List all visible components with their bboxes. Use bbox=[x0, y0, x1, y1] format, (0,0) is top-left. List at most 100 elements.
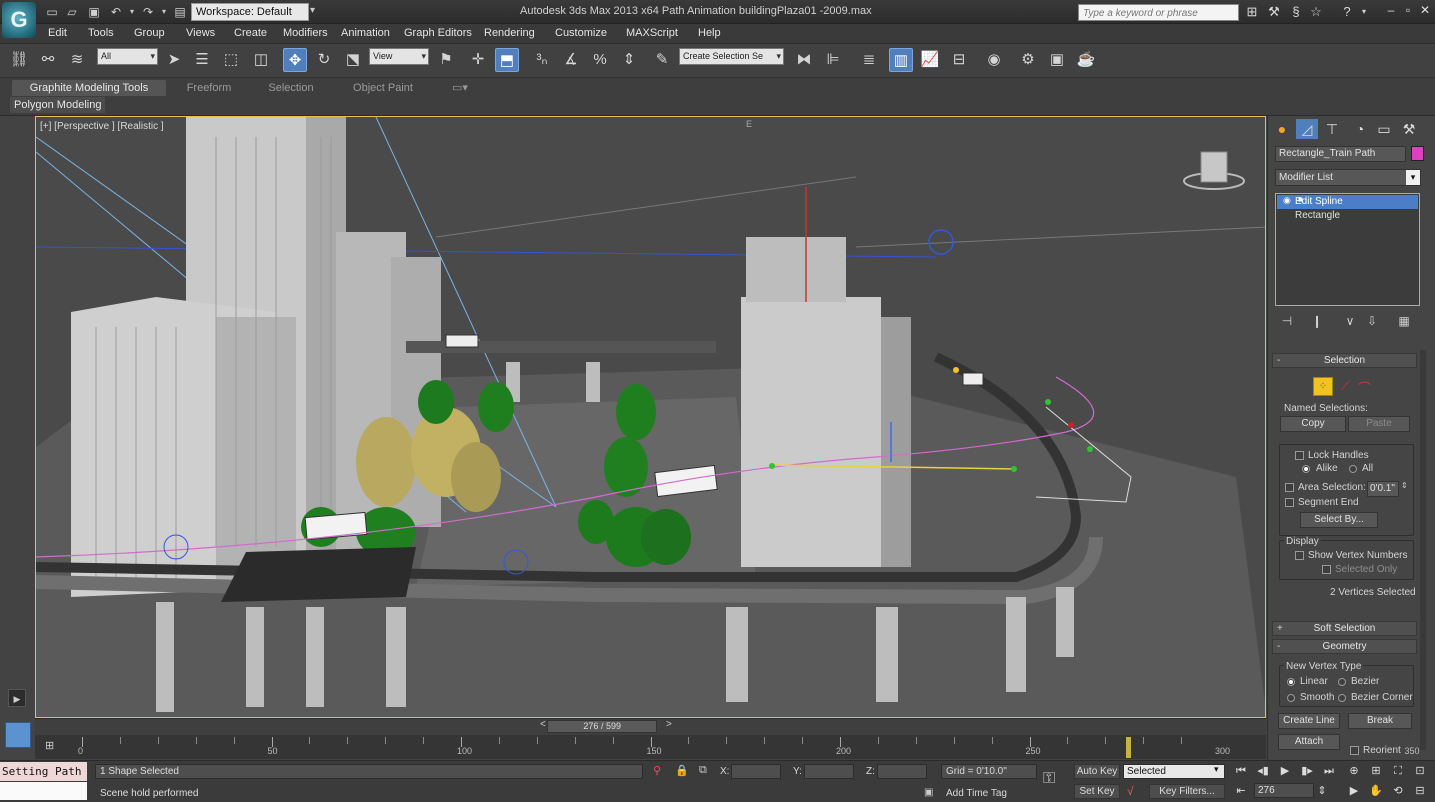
create-panel-icon[interactable]: ● bbox=[1271, 119, 1293, 139]
copy-button[interactable]: Copy bbox=[1280, 416, 1346, 432]
chevron-down-icon[interactable]: ▾ bbox=[1214, 764, 1219, 775]
z-coordinate-field[interactable] bbox=[877, 764, 927, 779]
reorient-checkbox[interactable] bbox=[1350, 746, 1359, 755]
menu-views[interactable]: Views bbox=[186, 27, 215, 39]
menu-rendering[interactable]: Rendering bbox=[484, 27, 535, 39]
command-panel-scrollbar[interactable] bbox=[1420, 350, 1426, 750]
undo-dropdown-icon[interactable]: ▾ bbox=[124, 4, 140, 20]
key-filters-button[interactable]: Key Filters... bbox=[1149, 784, 1225, 799]
rollout-geometry-header[interactable]: - Geometry bbox=[1272, 639, 1417, 654]
subscription-icon[interactable]: ⚒ bbox=[1265, 4, 1283, 20]
key-mode-toggle-icon[interactable]: ⇤ bbox=[1232, 783, 1250, 799]
show-end-result-icon[interactable]: ❙ bbox=[1307, 314, 1327, 330]
x-coordinate-field[interactable] bbox=[731, 764, 781, 779]
percent-snap-icon[interactable]: % bbox=[588, 48, 612, 72]
bezier-radio[interactable] bbox=[1338, 678, 1346, 686]
field-of-view-icon[interactable]: ▶ bbox=[1345, 783, 1363, 799]
select-object-icon[interactable]: ➤ bbox=[162, 48, 186, 72]
layer-manager-icon[interactable]: ≣ bbox=[857, 48, 881, 72]
auto-key-button[interactable]: Auto Key bbox=[1074, 764, 1120, 779]
previous-frame-icon[interactable]: ◂▮ bbox=[1254, 763, 1272, 779]
hierarchy-panel-icon[interactable]: ⊤ bbox=[1321, 119, 1343, 139]
motion-panel-icon[interactable]: ◔ bbox=[1349, 119, 1371, 139]
selection-filter-dropdown[interactable]: All bbox=[97, 48, 158, 65]
menu-maxscript[interactable]: MAXScript bbox=[626, 27, 678, 39]
absolute-mode-icon[interactable]: ⧉ bbox=[699, 764, 707, 777]
select-and-scale-icon[interactable]: ⬔ bbox=[341, 48, 365, 72]
play-icon[interactable]: ▶ bbox=[1276, 763, 1294, 779]
zoom-extents-icon[interactable]: ⛶ bbox=[1389, 763, 1407, 779]
maxscript-listener-input[interactable]: Setting Path bbox=[0, 762, 87, 781]
utilities-panel-icon[interactable]: ⚒ bbox=[1398, 119, 1420, 139]
maxscript-listener-output[interactable] bbox=[0, 782, 87, 800]
linear-radio[interactable] bbox=[1287, 678, 1295, 686]
undo-icon[interactable]: ↶ bbox=[108, 4, 124, 20]
modifier-list-dropdown[interactable]: Modifier List bbox=[1275, 169, 1421, 186]
bezier-corner-radio[interactable] bbox=[1338, 694, 1346, 702]
maximize-viewport-icon[interactable]: ⊟ bbox=[1411, 783, 1429, 799]
app-logo-button[interactable]: G bbox=[2, 2, 36, 38]
tab-polygon-modeling[interactable]: Polygon Modeling bbox=[10, 97, 106, 113]
lock-handles-checkbox[interactable] bbox=[1295, 451, 1304, 460]
y-coordinate-field[interactable] bbox=[804, 764, 854, 779]
menu-create[interactable]: Create bbox=[234, 27, 267, 39]
zoom-icon[interactable]: ⊕ bbox=[1345, 763, 1363, 779]
rendered-frame-window-icon[interactable]: ▣ bbox=[1045, 48, 1069, 72]
time-configuration-icon[interactable]: ⇕ bbox=[1313, 783, 1331, 799]
select-by-name-icon[interactable]: ☰ bbox=[190, 48, 214, 72]
modify-panel-icon[interactable]: ◿ bbox=[1296, 119, 1318, 139]
go-to-end-icon[interactable]: ⏭ bbox=[1320, 763, 1338, 779]
set-key-button[interactable]: Set Key bbox=[1074, 784, 1120, 799]
all-radio[interactable] bbox=[1349, 465, 1357, 473]
communication-center-icon[interactable]: § bbox=[1287, 4, 1305, 20]
menu-edit[interactable]: Edit bbox=[48, 27, 67, 39]
unlink-icon[interactable]: ⚯ bbox=[36, 48, 60, 72]
alike-radio[interactable] bbox=[1302, 465, 1310, 473]
zoom-all-icon[interactable]: ⊞ bbox=[1367, 763, 1385, 779]
select-and-link-icon[interactable]: ⛓ bbox=[7, 48, 31, 72]
keyboard-shortcut-override-icon[interactable]: ⬒ bbox=[495, 48, 519, 72]
favorites-star-icon[interactable]: ☆ bbox=[1307, 4, 1325, 20]
project-folder-icon[interactable]: ▤ bbox=[172, 4, 188, 20]
viewport-label[interactable]: [+] [Perspective ] [Realistic ] bbox=[40, 121, 164, 132]
pin-stack-icon[interactable]: ⊣ bbox=[1277, 314, 1297, 330]
render-setup-icon[interactable]: ⚙ bbox=[1016, 48, 1040, 72]
create-line-button[interactable]: Create Line bbox=[1278, 713, 1340, 729]
workspace-dropdown[interactable]: Workspace: Default bbox=[191, 3, 309, 21]
area-selection-checkbox[interactable] bbox=[1285, 483, 1294, 492]
rollout-selection-header[interactable]: - Selection bbox=[1272, 353, 1417, 368]
next-frame-icon[interactable]: ▮▸ bbox=[1298, 763, 1316, 779]
go-to-start-icon[interactable]: ⏮ bbox=[1232, 763, 1250, 779]
help-dropdown-icon[interactable]: ▾ bbox=[1355, 4, 1373, 20]
search-input[interactable]: Type a keyword or phrase bbox=[1078, 4, 1239, 21]
isolate-selection-icon[interactable]: ⚲ bbox=[653, 764, 661, 777]
expand-icon[interactable]: ■ bbox=[1298, 195, 1303, 204]
key-tangent-icon[interactable]: √ bbox=[1127, 784, 1134, 798]
window-crossing-icon[interactable]: ◫ bbox=[249, 48, 273, 72]
select-and-rotate-icon[interactable]: ↻ bbox=[312, 48, 336, 72]
redo-icon[interactable]: ↷ bbox=[140, 4, 156, 20]
binoculars-icon[interactable]: ⊞ bbox=[1243, 4, 1261, 20]
rectangular-selection-icon[interactable]: ⬚ bbox=[219, 48, 243, 72]
object-name-field[interactable]: Rectangle_Train Path bbox=[1275, 146, 1406, 162]
time-tag-icon[interactable]: ▣ bbox=[924, 787, 933, 798]
menu-modifiers[interactable]: Modifiers bbox=[283, 27, 328, 39]
new-file-icon[interactable]: ▭ bbox=[44, 4, 60, 20]
remove-modifier-icon[interactable]: ⇩ bbox=[1362, 314, 1382, 330]
select-and-move-icon[interactable]: ✥ bbox=[283, 48, 307, 72]
minimize-button[interactable]: – bbox=[1383, 3, 1399, 19]
open-file-icon[interactable]: ▱ bbox=[64, 4, 80, 20]
make-unique-icon[interactable]: ∨ bbox=[1340, 314, 1360, 330]
spline-subobject-icon[interactable]: ⌒ bbox=[1358, 378, 1371, 397]
pan-view-icon[interactable]: ✋ bbox=[1367, 783, 1385, 799]
segment-subobject-icon[interactable]: ⟋ bbox=[1341, 379, 1349, 394]
render-production-icon[interactable]: ☕ bbox=[1074, 48, 1098, 72]
selected-only-checkbox[interactable] bbox=[1322, 565, 1331, 574]
close-button[interactable]: ✕ bbox=[1417, 3, 1433, 19]
key-mode-dropdown[interactable]: Selected bbox=[1123, 764, 1225, 779]
menu-tools[interactable]: Tools bbox=[88, 27, 114, 39]
select-and-manipulate-icon[interactable]: ✛ bbox=[466, 48, 490, 72]
set-key-icon[interactable]: ⚿ bbox=[1043, 770, 1055, 788]
tab-graphite-modeling-tools[interactable]: Graphite Modeling Tools bbox=[12, 80, 166, 96]
selection-lock-icon[interactable]: 🔒 bbox=[675, 764, 689, 777]
